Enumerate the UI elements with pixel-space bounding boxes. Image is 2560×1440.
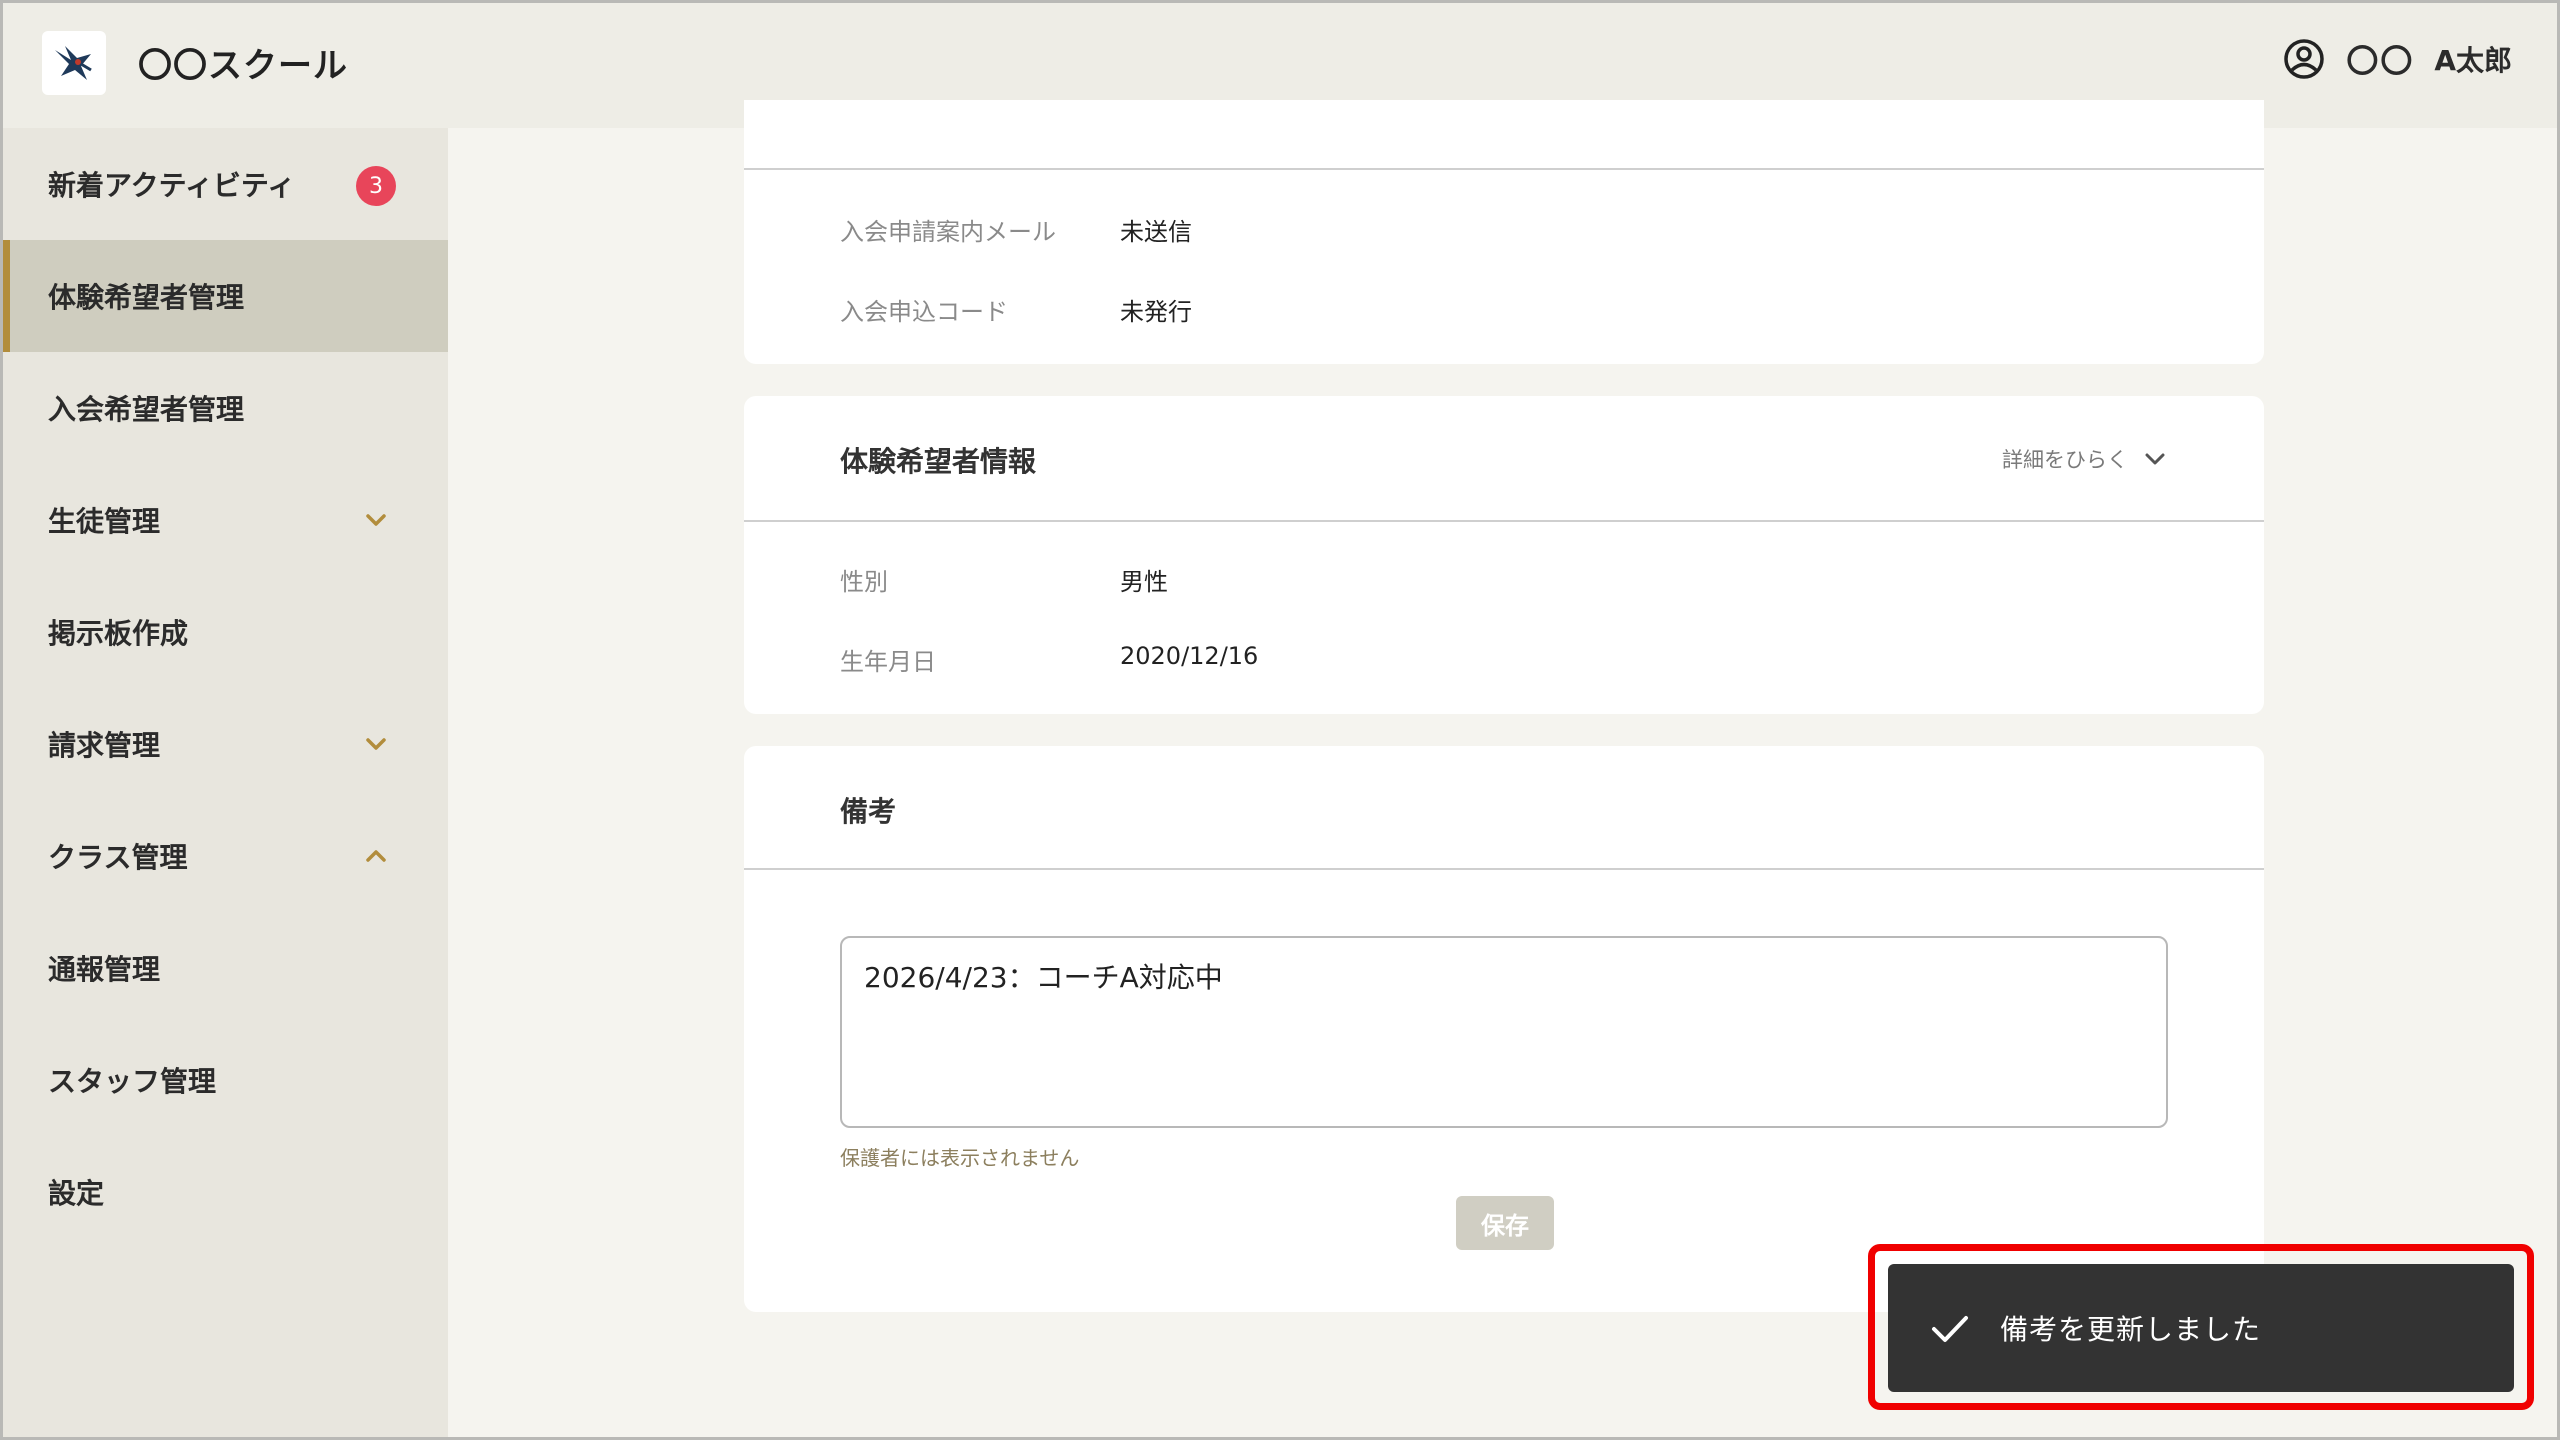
sidebar-item-label: 通報管理 — [48, 953, 161, 986]
checkmark-icon — [1932, 1316, 1968, 1342]
success-toast: 備考を更新しました — [1888, 1264, 2514, 1392]
notes-textarea[interactable]: 2026/4/23：コーチA対応中 — [840, 936, 2168, 1128]
sidebar-item-classes[interactable]: クラス管理 — [0, 800, 448, 912]
sidebar-item-trial-applicants[interactable]: 体験希望者管理 — [0, 240, 448, 352]
app-title[interactable]: 〇〇スクール — [138, 38, 348, 87]
sidebar-item-label: スタッフ管理 — [48, 1065, 217, 1098]
sidebar-item-students[interactable]: 生徒管理 — [0, 464, 448, 576]
sidebar-item-membership-applicants[interactable]: 入会希望者管理 — [0, 352, 448, 464]
card-divider — [744, 520, 2264, 522]
user-name: A太郎 — [2434, 44, 2512, 77]
sidebar-item-staff[interactable]: スタッフ管理 — [0, 1024, 448, 1136]
save-button[interactable]: 保存 — [1456, 1196, 1554, 1250]
gender-value: 男性 — [1120, 568, 1168, 596]
user-account-icon[interactable] — [2282, 37, 2326, 81]
sidebar-item-label: 請求管理 — [48, 729, 161, 762]
school-logo[interactable] — [42, 31, 106, 95]
chevron-down-icon[interactable] — [362, 730, 390, 758]
chevron-down-icon — [2145, 453, 2165, 465]
invitation-mail-label: 入会申請案内メール — [840, 218, 1056, 246]
application-code-value: 未発行 — [1120, 298, 1192, 326]
invitation-mail-value: 未送信 — [1120, 218, 1192, 246]
sidebar-nav: 新着アクティビティ 3 体験希望者管理 入会希望者管理 生徒管理 掲示板作成 請… — [0, 128, 448, 1440]
applicant-info-card: 体験希望者情報 詳細をひらく 性別 男性 生年月日 2020/12/16 — [744, 396, 2264, 714]
notification-badge: 3 — [356, 166, 396, 206]
expand-details-label: 詳細をひらく — [2002, 448, 2128, 472]
section-title: 備考 — [840, 795, 897, 828]
chevron-down-icon[interactable] — [362, 506, 390, 534]
sidebar-item-label: 入会希望者管理 — [48, 393, 245, 426]
sidebar-item-label: 掲示板作成 — [48, 617, 189, 650]
gender-label: 性別 — [840, 568, 888, 596]
sidebar-item-label: 設定 — [48, 1177, 105, 1210]
sidebar-item-label: クラス管理 — [48, 841, 188, 874]
sidebar-item-billing[interactable]: 請求管理 — [0, 688, 448, 800]
card-divider — [744, 168, 2264, 170]
bird-logo-icon — [55, 46, 92, 80]
sidebar-item-new-activity[interactable]: 新着アクティビティ 3 — [0, 128, 448, 240]
chevron-up-icon[interactable] — [362, 842, 390, 870]
sidebar-item-bulletin-board[interactable]: 掲示板作成 — [0, 576, 448, 688]
sidebar-item-reports[interactable]: 通報管理 — [0, 912, 448, 1024]
birthdate-label: 生年月日 — [840, 648, 936, 676]
sidebar-item-label: 体験希望者管理 — [48, 281, 245, 314]
membership-status-card: 入会申請案内メール 未送信 入会申込コード 未発行 — [744, 100, 2264, 364]
user-organization: 〇〇 — [2346, 42, 2415, 80]
card-divider — [744, 868, 2264, 870]
toast-message: 備考を更新しました — [2000, 1313, 2262, 1346]
sidebar-item-label: 生徒管理 — [48, 505, 161, 538]
sidebar-item-label: 新着アクティビティ — [48, 169, 296, 202]
application-code-label: 入会申込コード — [840, 298, 1008, 326]
user-menu[interactable]: 〇〇 A太郎 — [2282, 36, 2512, 82]
notes-hint: 保護者には表示されません — [840, 1146, 1080, 1170]
section-title: 体験希望者情報 — [840, 445, 1037, 478]
notes-card: 備考 2026/4/23：コーチA対応中 保護者には表示されません 保存 — [744, 746, 2264, 1312]
sidebar-item-settings[interactable]: 設定 — [0, 1136, 448, 1248]
birthdate-value: 2020/12/16 — [1120, 642, 1259, 670]
expand-details-toggle[interactable]: 詳細をひらく — [2002, 444, 2168, 474]
